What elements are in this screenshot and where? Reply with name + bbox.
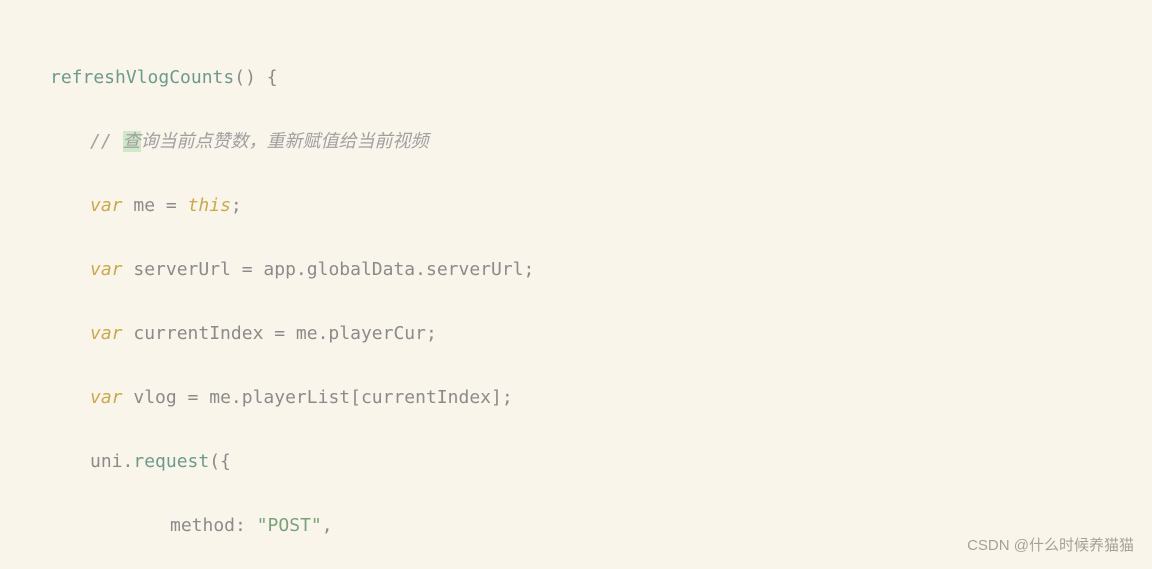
watermark: CSDN @什么时候养猫猫 [967,534,1134,555]
code-line: refreshVlogCounts() { [50,62,1152,94]
code-line: var vlog = me.playerList[currentIndex]; [50,382,1152,414]
code-editor: refreshVlogCounts() { // 查询当前点赞数，重新赋值给当前… [0,0,1152,569]
code-line: var serverUrl = app.globalData.serverUrl… [50,254,1152,286]
code-line: var me = this; [50,190,1152,222]
fn-name: refreshVlogCounts [50,67,234,88]
code-line: // 查询当前点赞数，重新赋值给当前视频 [50,126,1152,158]
code-line: uni.request({ [50,446,1152,478]
cursor-highlight: 查 [123,131,141,152]
code-line: var currentIndex = me.playerCur; [50,318,1152,350]
